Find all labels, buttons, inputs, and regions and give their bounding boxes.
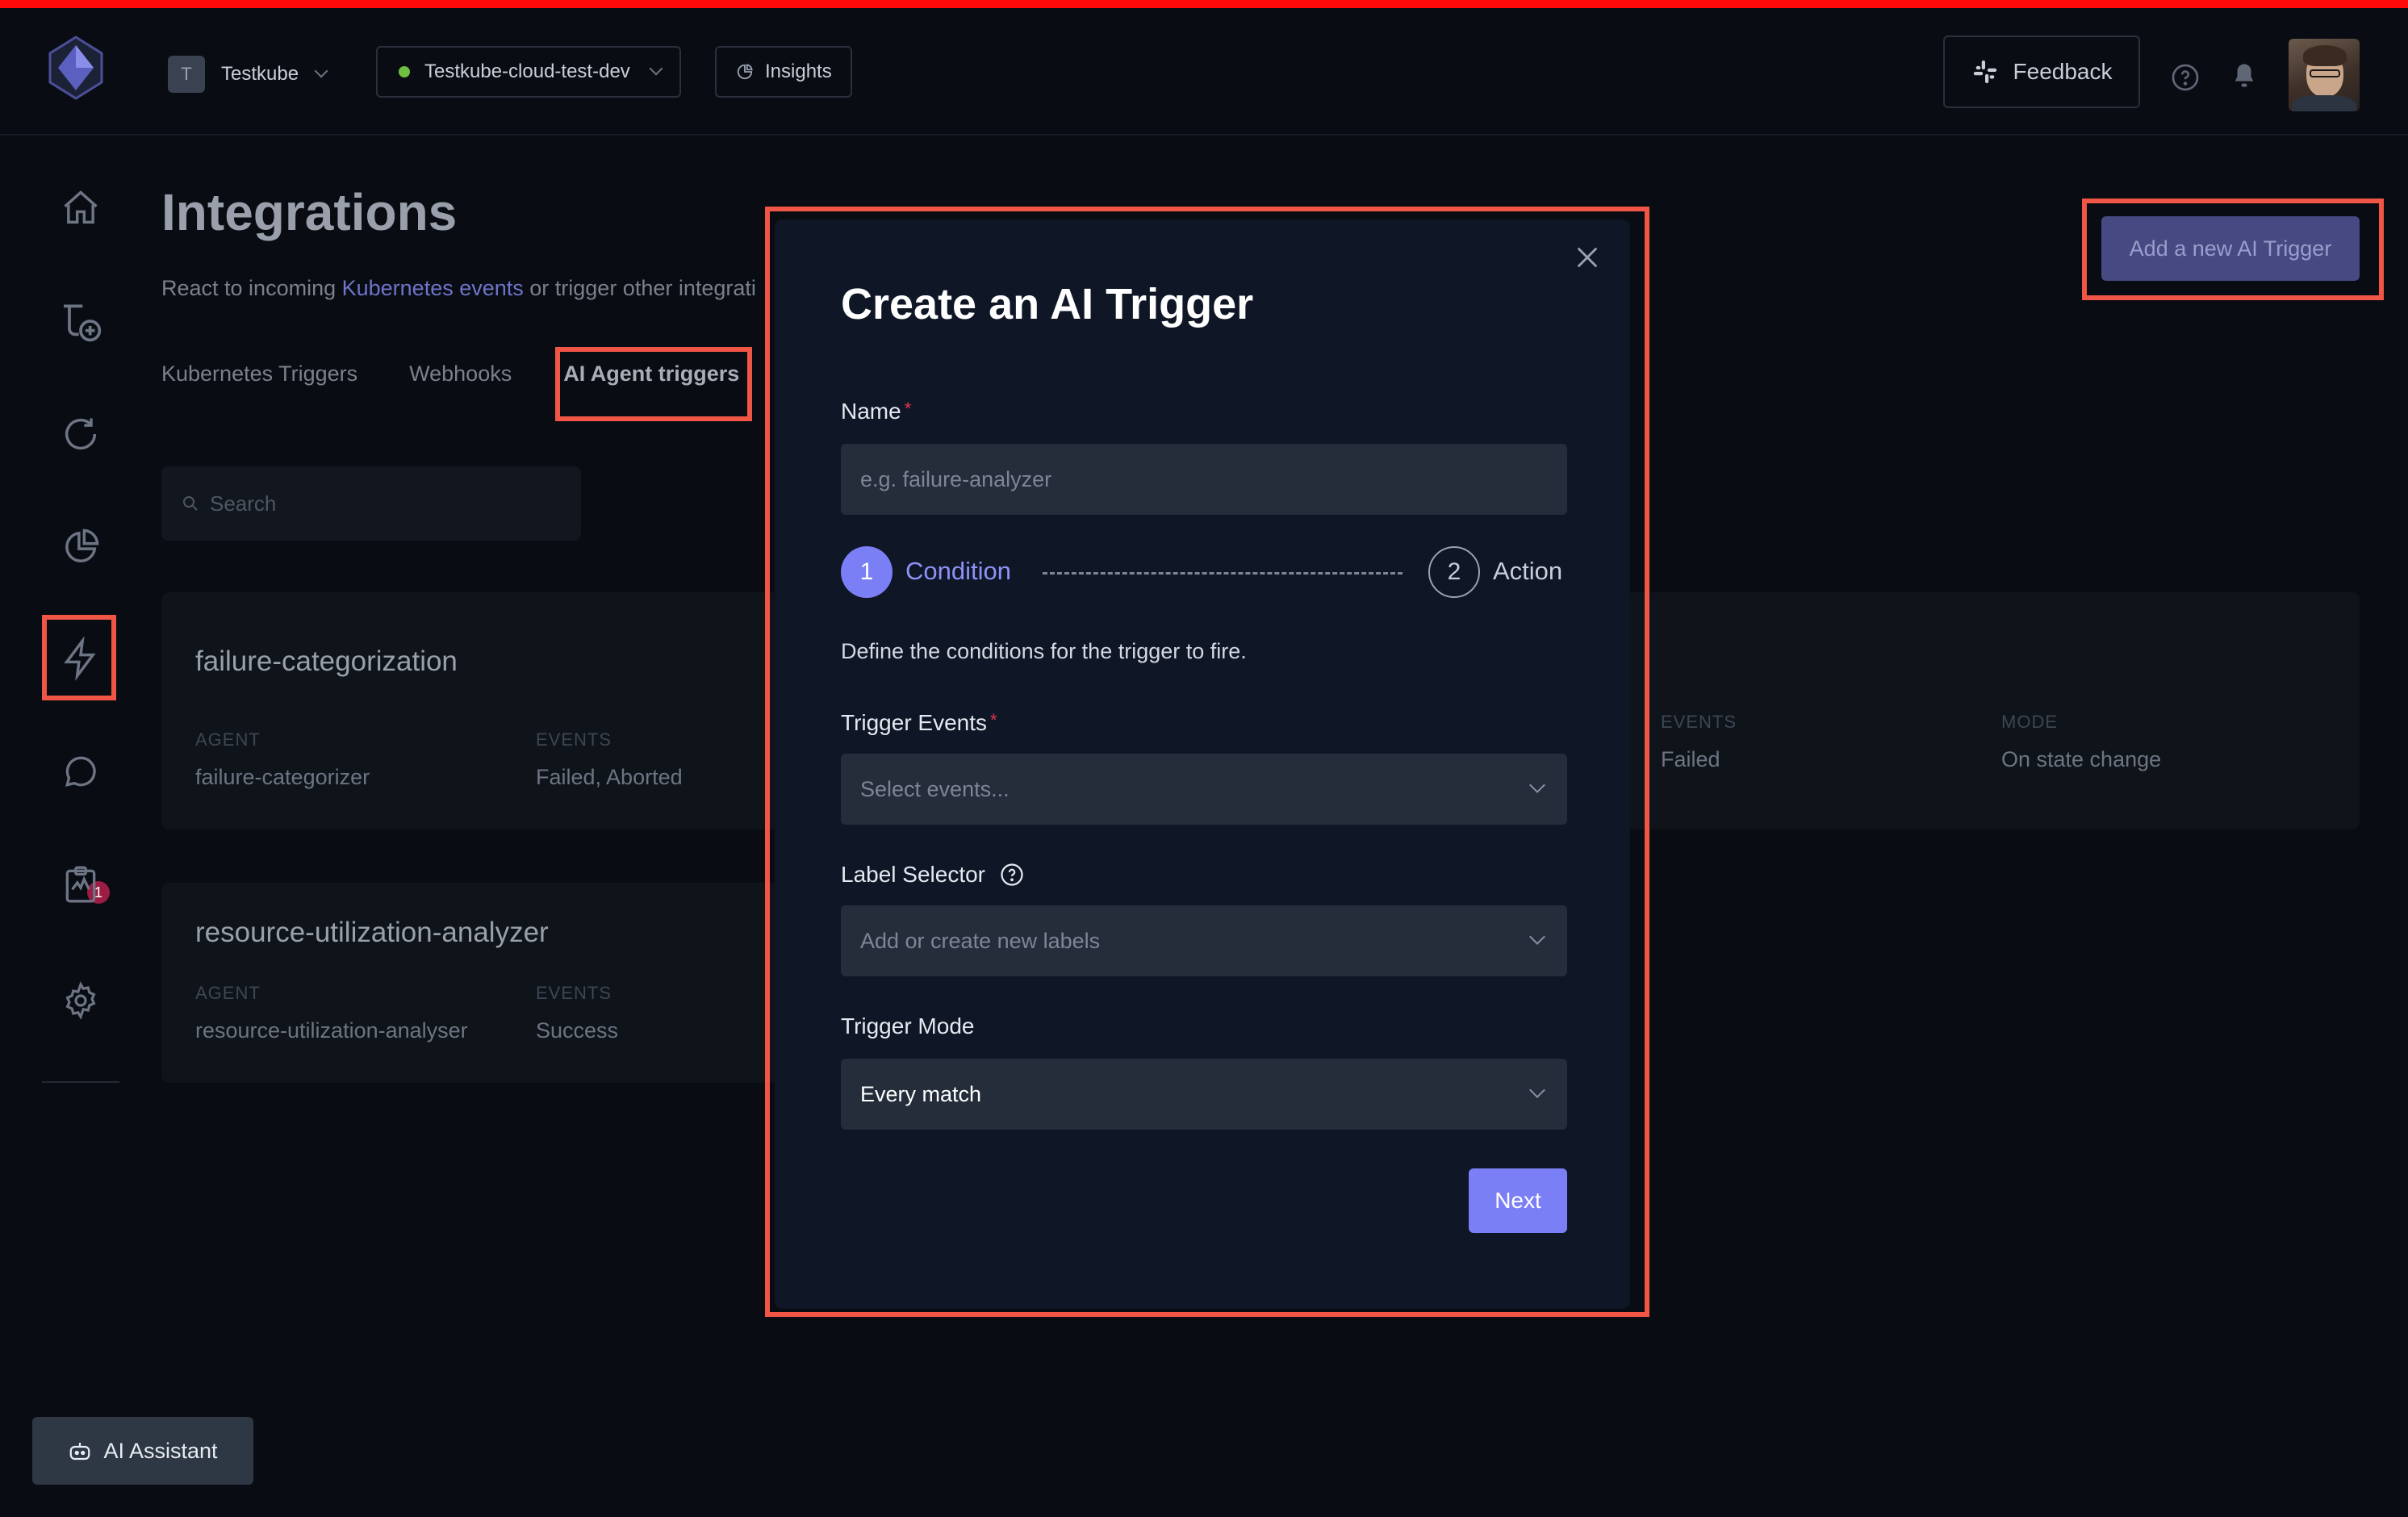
events-value: Failed, Aborted	[536, 765, 683, 789]
mode-label: MODE	[2001, 712, 2058, 732]
feedback-label: Feedback	[2013, 59, 2113, 84]
ai-assistant-button[interactable]: AI Assistant	[32, 1417, 253, 1485]
environment-selector[interactable]: Testkube-cloud-test-dev	[376, 46, 681, 98]
org-selector[interactable]: T Testkube	[168, 50, 328, 98]
environment-name: Testkube-cloud-test-dev	[424, 61, 630, 82]
add-workflow-icon	[64, 304, 102, 342]
org-name: Testkube	[221, 63, 299, 85]
top-accent-bar	[0, 0, 2408, 8]
events-label: EVENTS	[536, 983, 612, 1003]
kubernetes-events-link[interactable]: Kubernetes events	[342, 276, 524, 300]
search-icon	[183, 496, 198, 511]
sidebar-item-home[interactable]	[58, 186, 103, 231]
events-value: Failed	[1661, 747, 1720, 771]
sidebar-item-settings[interactable]	[58, 978, 103, 1023]
pie-chart-icon	[65, 529, 99, 562]
search-input[interactable]: Search	[161, 466, 581, 541]
events-label: EVENTS	[536, 729, 612, 750]
events-label: EVENTS	[1661, 712, 1737, 732]
page-title: Integrations	[161, 183, 458, 241]
chevron-down-icon	[649, 61, 663, 76]
help-icon[interactable]	[2171, 63, 2200, 92]
insights-label: Insights	[765, 61, 832, 82]
ai-assistant-label: AI Assistant	[103, 1438, 218, 1463]
sidebar-item-executions[interactable]	[58, 412, 103, 457]
search-placeholder: Search	[210, 491, 277, 516]
trigger-card[interactable]	[161, 883, 823, 1083]
agent-label: AGENT	[195, 983, 261, 1003]
bell-icon[interactable]	[2230, 61, 2258, 92]
trigger-card-title: failure-categorization	[195, 646, 458, 677]
events-value: Success	[536, 1018, 619, 1043]
sidebar-item-ai-chat[interactable]	[58, 749, 103, 794]
agent-value: failure-categorizer	[195, 765, 370, 789]
chevron-down-icon	[314, 64, 328, 78]
highlight-box-sidebar	[42, 615, 116, 700]
clipboard-chart-icon	[65, 866, 96, 903]
sidebar-item-add-workflow[interactable]	[58, 299, 103, 344]
slack-icon	[1973, 60, 1996, 84]
top-header: T Testkube Testkube-cloud-test-dev Insig…	[0, 8, 2408, 136]
highlight-box-modal	[765, 207, 1649, 1317]
highlight-box-tab	[555, 347, 752, 421]
insights-button[interactable]: Insights	[715, 46, 852, 98]
refresh-icon	[65, 418, 97, 450]
tab-webhooks[interactable]: Webhooks	[409, 361, 512, 387]
agent-label: AGENT	[195, 729, 261, 750]
sidebar: 1	[0, 137, 161, 1517]
tab-kubernetes-triggers[interactable]: Kubernetes Triggers	[161, 361, 357, 387]
page-description: React to incoming Kubernetes events or t…	[161, 276, 756, 300]
chat-icon	[65, 756, 96, 787]
gear-icon	[65, 981, 96, 1020]
highlight-box-add-button	[2082, 199, 2384, 300]
feedback-button[interactable]: Feedback	[1943, 36, 2140, 108]
user-avatar[interactable]	[2289, 39, 2360, 111]
pie-chart-icon	[737, 64, 753, 80]
sidebar-divider	[42, 1081, 119, 1083]
mode-value: On state change	[2001, 747, 2162, 771]
sidebar-item-reports[interactable]	[58, 862, 103, 907]
testkube-logo-icon[interactable]	[47, 34, 105, 102]
sidebar-item-insights[interactable]	[58, 524, 103, 570]
agent-value: resource-utilization-analyser	[195, 1018, 468, 1043]
trigger-card-title: resource-utilization-analyzer	[195, 917, 549, 948]
home-icon	[64, 190, 98, 224]
org-avatar: T	[168, 56, 205, 93]
robot-icon	[70, 1443, 90, 1461]
status-dot-icon	[399, 66, 410, 77]
